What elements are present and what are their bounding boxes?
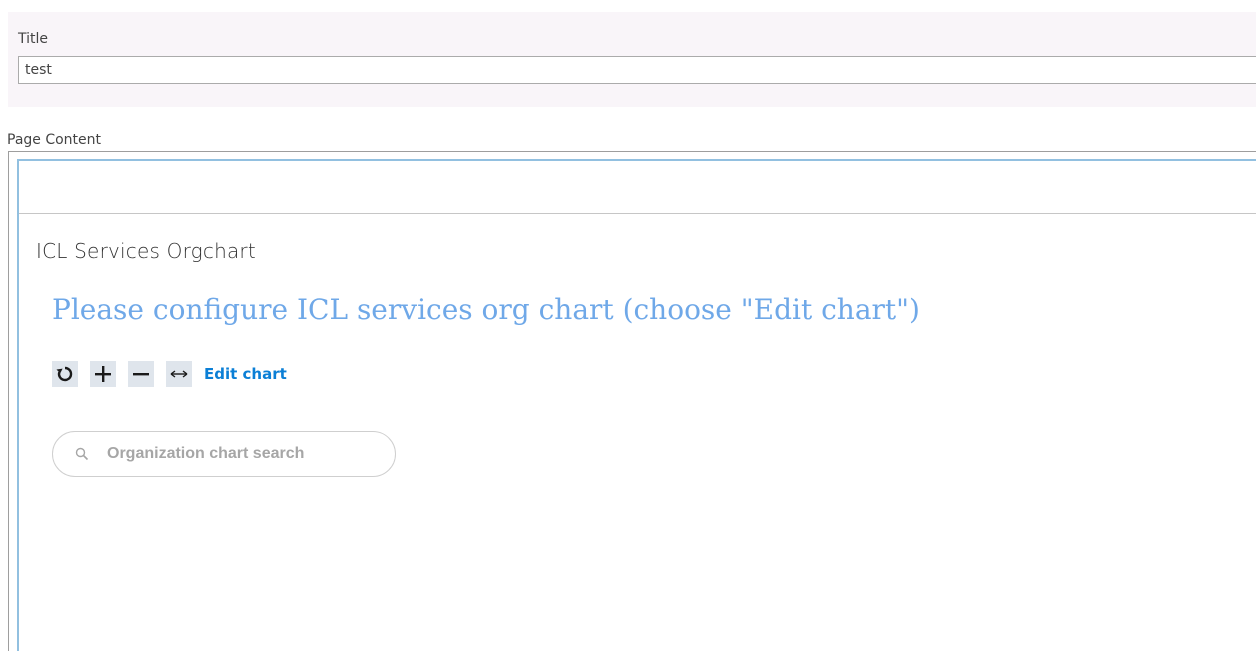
refresh-icon [56,366,73,382]
fit-width-icon [170,370,188,378]
page-content-label: Page Content [7,132,102,148]
editor-content-area[interactable]: ICL Services Orgchart Please configure I… [17,159,1256,651]
zoom-out-button[interactable] [128,361,154,387]
search-placeholder: Organization chart search [107,445,305,462]
title-label: Title [18,31,49,47]
title-section: Title [8,12,1256,107]
zoom-out-icon [133,373,149,376]
page-content-editor[interactable]: ICL Services Orgchart Please configure I… [8,151,1256,651]
config-message: Please configure ICL services org chart … [52,293,920,326]
webpart-title: ICL Services Orgchart [36,239,256,263]
search-icon [75,447,89,461]
edit-chart-link[interactable]: Edit chart [204,365,287,383]
title-input[interactable] [18,56,1256,84]
page: Title Page Content ICL Services Orgchart… [0,0,1256,651]
refresh-button[interactable] [52,361,78,387]
orgchart-search-box[interactable]: Organization chart search [52,431,396,477]
zoom-in-icon [95,366,111,382]
editor-divider [19,213,1256,214]
orgchart-toolbar: Edit chart [52,361,287,387]
fit-width-button[interactable] [166,361,192,387]
zoom-in-button[interactable] [90,361,116,387]
